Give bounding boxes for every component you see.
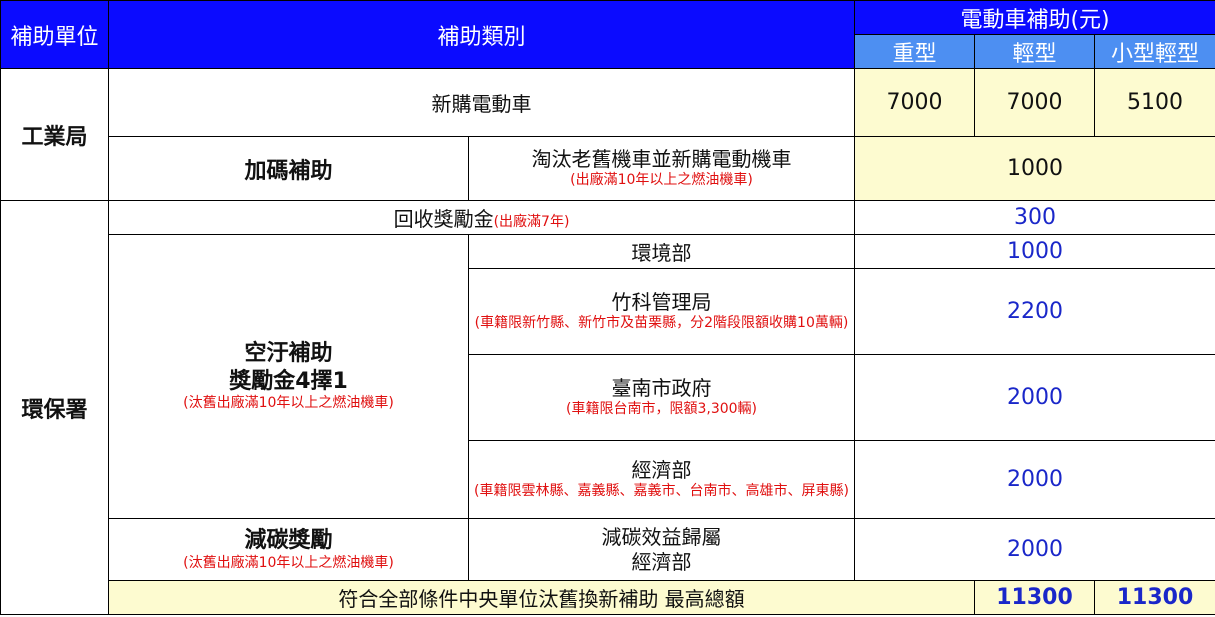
- carbon-desc-cell: 減碳效益歸屬 經濟部: [467, 518, 856, 581]
- epa-unit: 環保署: [0, 200, 109, 615]
- air-option-amount: 2200: [854, 268, 1215, 355]
- air-line2: 獎勵金4擇1: [229, 368, 348, 394]
- new-purchase-light: 7000: [974, 68, 1096, 137]
- air-option-cell: 竹科管理局 (車籍限新竹縣、新竹市及苗栗縣，分2階段限額收購10萬輛): [467, 268, 856, 355]
- carbon-amount: 2000: [854, 518, 1215, 581]
- carbon-desc-line2: 經濟部: [631, 549, 692, 574]
- air-option-name: 竹科管理局: [611, 290, 712, 315]
- air-option-name: 經濟部: [631, 458, 692, 483]
- recycle-amount: 300: [854, 200, 1215, 235]
- carbon-label: 減碳獎勵: [244, 528, 333, 553]
- recycle-label: 回收獎勵金: [393, 207, 494, 231]
- total-label: 符合全部條件中央單位汰舊換新補助 最高總額: [107, 580, 976, 615]
- header-category: 補助類別: [107, 0, 856, 69]
- recycle-cell: 回收獎勵金(出廠滿7年): [107, 200, 856, 235]
- recycle-note: (出廠滿7年): [493, 214, 570, 230]
- header-subsidy: 電動車補助(元): [854, 0, 1215, 35]
- air-option-cell: 經濟部 (車籍限雲林縣、嘉義縣、嘉義市、台南市、高雄市、屏東縣): [467, 440, 856, 519]
- air-option-name: 環境部: [467, 234, 856, 269]
- industry-unit: 工業局: [0, 68, 109, 201]
- header-unit: 補助單位: [0, 0, 109, 69]
- carbon-cell: 減碳獎勵 (汰舊出廠滿10年以上之燃油機車): [108, 518, 469, 581]
- subsidy-table: 補助單位 補助類別 電動車補助(元) 重型 輕型 小型輕型 工業局 新購電動車 …: [0, 0, 1215, 615]
- air-cell: 空汙補助 獎勵金4擇1 (汰舊出廠滿10年以上之燃油機車): [108, 234, 469, 519]
- header-small-light: 小型輕型: [1094, 34, 1215, 69]
- header-heavy: 重型: [854, 34, 976, 69]
- total-heavy: 11300: [974, 580, 1096, 615]
- total-light: 11300: [1094, 580, 1215, 615]
- air-option-note: (車籍限雲林縣、嘉義縣、嘉義市、台南市、高雄市、屏東縣): [474, 483, 849, 500]
- carbon-desc-line1: 減碳效益歸屬: [601, 524, 722, 549]
- new-purchase-heavy: 7000: [854, 68, 976, 137]
- air-note: (汰舊出廠滿10年以上之燃油機車): [183, 395, 394, 412]
- air-option-amount: 2000: [854, 354, 1215, 441]
- bonus-desc: 淘汰老舊機車並新購電動機車: [531, 147, 792, 172]
- carbon-note: (汰舊出廠滿10年以上之燃油機車): [183, 554, 394, 571]
- air-option-amount: 1000: [854, 234, 1215, 269]
- bonus-desc-cell: 淘汰老舊機車並新購電動機車 (出廠滿10年以上之燃油機車): [467, 136, 856, 201]
- air-option-note: (車籍限新竹縣、新竹市及苗栗縣，分2階段限額收購10萬輛): [474, 315, 849, 332]
- new-purchase-label: 新購電動車: [107, 68, 856, 137]
- air-option-name: 臺南市政府: [611, 376, 712, 401]
- air-line1: 空汙補助: [244, 341, 333, 367]
- air-option-note: (車籍限台南市，限額3,300輛): [566, 401, 758, 418]
- new-purchase-small-light: 5100: [1094, 68, 1215, 137]
- air-option-amount: 2000: [854, 440, 1215, 519]
- header-light: 輕型: [974, 34, 1096, 69]
- air-option-cell: 臺南市政府 (車籍限台南市，限額3,300輛): [467, 354, 856, 441]
- bonus-label: 加碼補助: [108, 136, 469, 201]
- bonus-amount: 1000: [854, 136, 1215, 201]
- bonus-note: (出廠滿10年以上之燃油機車): [570, 172, 753, 189]
